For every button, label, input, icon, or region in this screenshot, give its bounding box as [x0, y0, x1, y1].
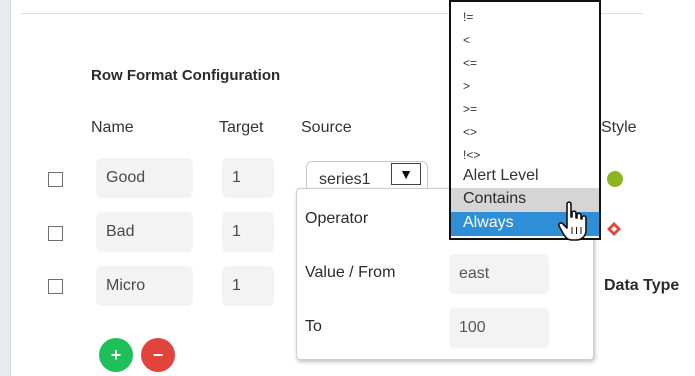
target-field-good[interactable]: 1 — [222, 158, 274, 198]
target-field-bad[interactable]: 1 — [222, 212, 274, 252]
row-checkbox-micro[interactable] — [48, 279, 63, 294]
operator-option-alert-level[interactable]: Alert Level — [463, 168, 539, 184]
column-header-source: Source — [301, 119, 352, 136]
panel-left-border — [0, 0, 11, 376]
add-row-button[interactable]: + — [99, 338, 133, 372]
value-from-field[interactable]: east — [449, 254, 549, 294]
name-field-bad[interactable]: Bad — [96, 212, 193, 252]
row-checkbox-good[interactable] — [48, 172, 63, 187]
operator-option[interactable]: > — [463, 79, 470, 93]
column-header-style: Style — [601, 119, 637, 136]
operator-option[interactable]: != — [463, 10, 473, 24]
column-header-name: Name — [91, 119, 134, 136]
red-diamond-icon[interactable] — [606, 221, 622, 237]
operator-label: Operator — [305, 210, 369, 227]
section-title: Row Format Configuration — [91, 67, 281, 84]
chevron-down-icon[interactable]: ▼ — [391, 163, 421, 185]
green-circle-icon[interactable] — [607, 171, 623, 187]
name-field-good[interactable]: Good — [96, 158, 193, 198]
operator-option-always-label: Always — [463, 214, 514, 231]
target-field-micro[interactable]: 1 — [222, 266, 274, 306]
data-type-label: Data Type — [604, 277, 680, 294]
to-field[interactable]: 100 — [449, 308, 549, 348]
column-header-target: Target — [219, 119, 264, 136]
value-from-label: Value / From — [305, 264, 396, 281]
to-label: To — [305, 318, 322, 335]
operator-option[interactable]: !<> — [463, 148, 480, 162]
row-checkbox-bad[interactable] — [48, 226, 63, 241]
operator-option[interactable]: <= — [463, 56, 477, 70]
source-select-value: series1 — [319, 171, 371, 188]
operator-option[interactable]: < — [463, 33, 470, 47]
remove-row-button[interactable]: − — [141, 338, 175, 372]
operator-option[interactable]: >= — [463, 102, 477, 116]
name-field-micro[interactable]: Micro — [96, 266, 193, 306]
operator-option-contains-label: Contains — [463, 190, 527, 207]
hand-cursor-icon — [557, 201, 587, 241]
operator-option[interactable]: <> — [463, 125, 477, 139]
